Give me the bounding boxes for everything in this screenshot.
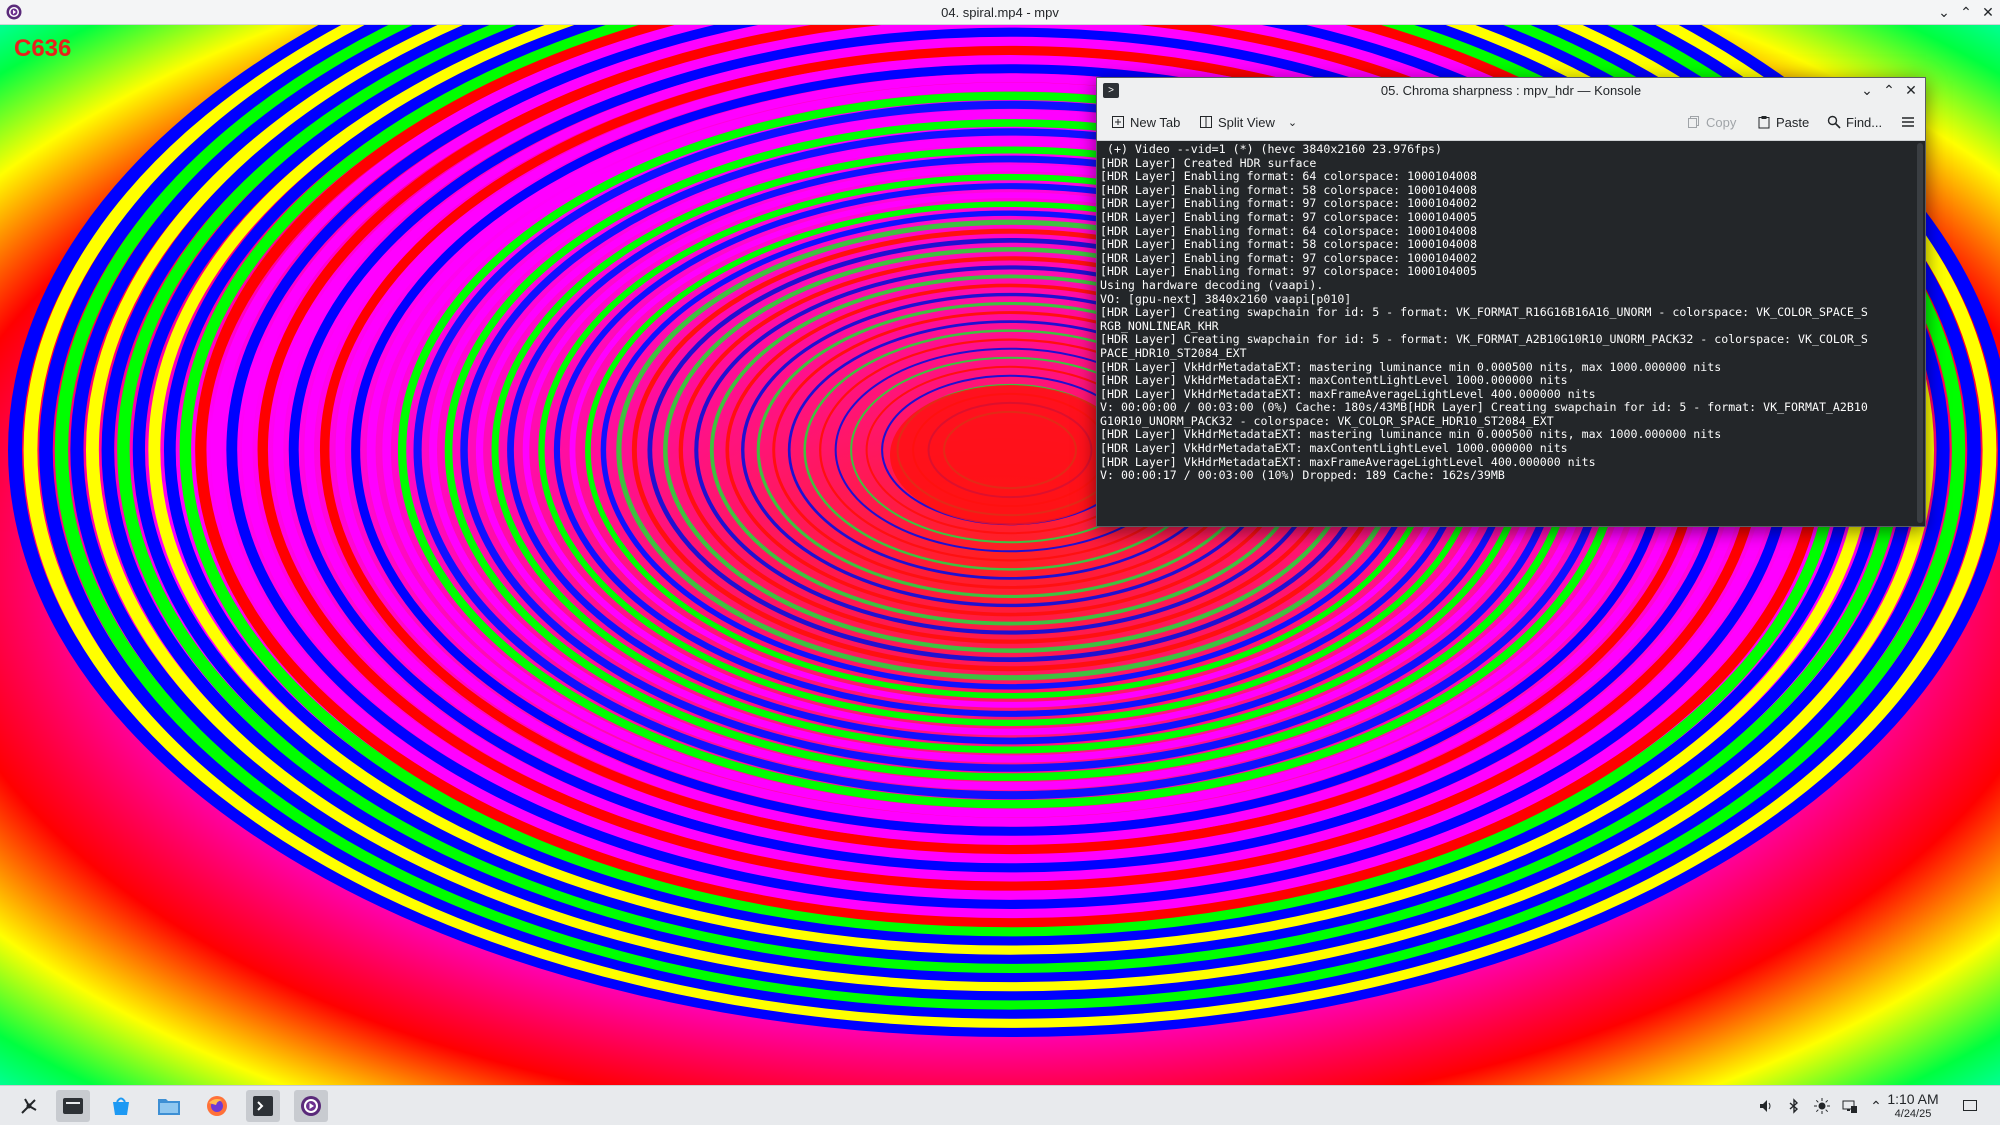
- overlay-code: C636: [14, 35, 72, 62]
- paste-icon: [1758, 116, 1770, 129]
- terminal-line: RGB_NONLINEAR_KHR: [1100, 318, 1219, 333]
- terminal-line: [HDR Layer] Creating swapchain for id: 5…: [1100, 332, 1868, 347]
- terminal-line: [HDR Layer] VkHdrMetadataEXT: maxContent…: [1100, 373, 1568, 388]
- terminal-scrollbar[interactable]: [1917, 143, 1923, 523]
- chevron-down-icon[interactable]: ⌄: [1288, 116, 1297, 129]
- file-manager-icon[interactable]: [152, 1090, 186, 1122]
- show-desktop-icon[interactable]: [1962, 1098, 1978, 1114]
- terminal-line: [HDR Layer] Enabling format: 58 colorspa…: [1100, 237, 1477, 252]
- clock-time[interactable]: 1:10 AM: [1878, 1091, 1948, 1107]
- split-view-button[interactable]: Split View ⌄: [1199, 111, 1297, 133]
- firefox-icon[interactable]: [200, 1090, 234, 1122]
- copy-label: Copy: [1706, 114, 1737, 130]
- maximize-icon[interactable]: ⌃: [1881, 82, 1897, 99]
- pager-icon[interactable]: [56, 1090, 90, 1122]
- mpv-titlebar: 04. spiral.mp4 - mpv ⌄ ⌃ ✕: [0, 0, 2000, 25]
- konsole-titlebar: > 05. Chroma sharpness : mpv_hdr — Konso…: [1097, 78, 1925, 104]
- minimize-icon[interactable]: ⌄: [1859, 82, 1875, 99]
- copy-icon: [1688, 116, 1699, 128]
- terminal-output[interactable]: (+) Video --vid=1 (*) (hevc 3840x2160 23…: [1097, 141, 1917, 526]
- terminal-line: [HDR Layer] Enabling format: 97 colorspa…: [1100, 264, 1477, 279]
- terminal-line: Using hardware decoding (vaapi).: [1100, 277, 1324, 292]
- terminal-line: VO: [gpu-next] 3840x2160 vaapi[p010]: [1100, 291, 1352, 306]
- paste-button[interactable]: Paste: [1757, 111, 1809, 133]
- brightness-icon[interactable]: [1814, 1098, 1830, 1114]
- terminal-line: V: 00:00:00 / 00:03:00 (0%) Cache: 180s/…: [1100, 400, 1868, 415]
- paste-label: Paste: [1776, 114, 1810, 130]
- terminal-line: [HDR Layer] VkHdrMetadataEXT: mastering …: [1100, 359, 1722, 374]
- terminal-line: [HDR Layer] Enabling format: 97 colorspa…: [1100, 196, 1477, 211]
- konsole-window[interactable]: > 05. Chroma sharpness : mpv_hdr — Konso…: [1096, 77, 1926, 527]
- find-label: Find...: [1846, 114, 1883, 130]
- maximize-icon[interactable]: ⌃: [1958, 4, 1974, 21]
- mpv-icon[interactable]: [294, 1090, 328, 1122]
- hamburger-menu-button[interactable]: [1901, 111, 1915, 133]
- terminal-line: [HDR Layer] Enabling format: 58 colorspa…: [1100, 182, 1477, 197]
- split-view-icon: [1200, 116, 1212, 128]
- find-button[interactable]: Find...: [1827, 111, 1882, 133]
- volume-icon[interactable]: [1758, 1098, 1774, 1114]
- terminal-line: [HDR Layer] Created HDR surface: [1100, 155, 1317, 170]
- konsole-toolbar: New Tab Split View ⌄ Copy Paste Find...: [1097, 103, 1925, 141]
- split-view-label: Split View: [1218, 114, 1275, 130]
- terminal-line: [HDR Layer] VkHdrMetadataEXT: maxFrameAv…: [1100, 454, 1596, 469]
- bluetooth-icon[interactable]: [1786, 1098, 1802, 1114]
- copy-button[interactable]: Copy: [1687, 111, 1736, 133]
- search-icon: [1827, 115, 1841, 129]
- terminal-line: [HDR Layer] Enabling format: 97 colorspa…: [1100, 250, 1477, 265]
- konsole-icon[interactable]: [246, 1090, 280, 1122]
- hamburger-menu-icon: [1902, 117, 1914, 127]
- konsole-title: 05. Chroma sharpness : mpv_hdr — Konsole: [1380, 83, 1642, 98]
- new-tab-icon: [1112, 116, 1124, 128]
- terminal-line: PACE_HDR10_ST2084_EXT: [1100, 345, 1247, 360]
- terminal-line: V: 00:00:17 / 00:03:00 (10%) Dropped: 18…: [1100, 468, 1505, 483]
- terminal-line: [HDR Layer] VkHdrMetadataEXT: maxContent…: [1100, 441, 1568, 456]
- new-tab-label: New Tab: [1130, 114, 1181, 130]
- terminal-line: (+) Video --vid=1 (*) (hevc 3840x2160 23…: [1100, 142, 1443, 156]
- close-icon[interactable]: ✕: [1980, 4, 1996, 21]
- spiral-core: [890, 385, 1130, 525]
- terminal-line: [HDR Layer] Enabling format: 97 colorspa…: [1100, 209, 1477, 224]
- terminal-line: [HDR Layer] Enabling format: 64 colorspa…: [1100, 169, 1477, 184]
- new-tab-button[interactable]: New Tab: [1111, 111, 1180, 133]
- minimize-icon[interactable]: ⌄: [1936, 4, 1952, 21]
- terminal-line: [HDR Layer] VkHdrMetadataEXT: maxFrameAv…: [1100, 386, 1596, 401]
- terminal-line: [HDR Layer] Creating swapchain for id: 5…: [1100, 305, 1868, 320]
- taskbar: ⌃ 1:10 AM 4/24/25: [0, 1085, 2000, 1125]
- discover-icon[interactable]: [104, 1090, 138, 1122]
- application-launcher-icon[interactable]: [12, 1090, 46, 1122]
- terminal-line: [HDR Layer] Enabling format: 64 colorspa…: [1100, 223, 1477, 238]
- close-icon[interactable]: ✕: [1903, 82, 1919, 99]
- terminal-line: G10R10_UNORM_PACK32 - colorspace: VK_COL…: [1100, 413, 1554, 428]
- terminal-line: [HDR Layer] VkHdrMetadataEXT: mastering …: [1100, 427, 1722, 442]
- network-icon[interactable]: [1842, 1098, 1858, 1114]
- window-title: 04. spiral.mp4 - mpv: [941, 4, 1059, 20]
- clock-date[interactable]: 4/24/25: [1878, 1108, 1948, 1120]
